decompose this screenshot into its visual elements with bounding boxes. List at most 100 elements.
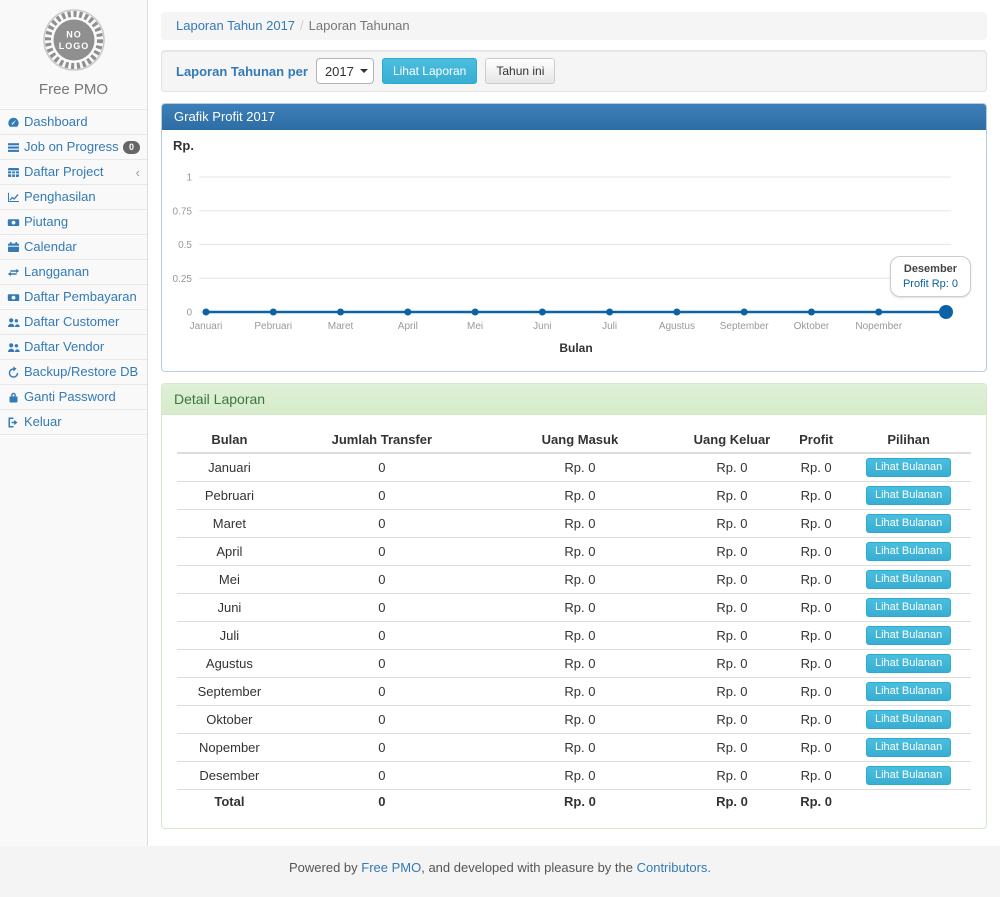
svg-text:April: April [398,321,418,332]
cell-bulan: Maret [177,510,282,538]
sidebar-item-daftar-project[interactable]: Daftar Project‹ [0,160,147,185]
report-toolbar: Laporan Tahunan per 2017 Lihat Laporan T… [161,50,987,92]
cell-bulan: Pebruari [177,482,282,510]
lock-icon [7,391,24,404]
app-window: NO LOGO Free PMO DashboardJob on Progres… [0,0,1000,846]
svg-text:NO: NO [66,30,82,40]
sidebar-item-piutang[interactable]: Piutang [0,210,147,235]
lihat-bulanan-button[interactable]: Lihat Bulanan [866,542,951,561]
cell-pilihan: Lihat Bulanan [846,594,971,622]
page-footer: Powered by Free PMO, and developed with … [0,846,1000,897]
sidebar-item-label: Backup/Restore DB [24,364,138,380]
lihat-bulanan-button[interactable]: Lihat Bulanan [866,682,951,701]
svg-text:Juli: Juli [602,321,617,332]
cell-uang_masuk: Rp. 0 [482,594,678,622]
sidebar-item-label: Dashboard [24,114,88,130]
svg-text:0: 0 [186,308,192,319]
cell-jumlah_transfer: 0 [282,453,482,482]
cell-uang_masuk: Rp. 0 [482,566,678,594]
sidebar-item-label: Keluar [24,414,62,430]
lihat-bulanan-button[interactable]: Lihat Bulanan [866,458,951,477]
svg-text:Juni: Juni [533,321,551,332]
cell-bulan: Nopember [177,734,282,762]
lihat-bulanan-button[interactable]: Lihat Bulanan [866,710,951,729]
lihat-bulanan-button[interactable]: Lihat Bulanan [866,626,951,645]
cell-bulan: April [177,538,282,566]
cell-uang_keluar: Rp. 0 [678,482,786,510]
cell-uang_masuk: Rp. 0 [482,706,678,734]
cell-uang_masuk: Rp. 0 [482,734,678,762]
cell-profit: Rp. 0 [786,510,846,538]
chart-tooltip: Desember Profit Rp: 0 [890,256,971,297]
lihat-bulanan-button[interactable]: Lihat Bulanan [866,486,951,505]
svg-text:September: September [720,321,770,332]
chart-panel-body: Rp. 00.250.50.751JanuariPebruariMaretApr… [162,130,986,371]
table-body: Januari0Rp. 0Rp. 0Rp. 0Lihat BulananPebr… [177,453,971,813]
cell-profit: Rp. 0 [786,678,846,706]
chevron-left-icon: ‹ [136,166,140,179]
svg-text:Bulan: Bulan [559,341,592,355]
report-table: BulanJumlah TransferUang MasukUang Kelua… [177,427,971,813]
cell-uang_keluar: Rp. 0 [678,762,786,790]
svg-text:Januari: Januari [190,321,223,332]
cell-bulan: Oktober [177,706,282,734]
cell-jumlah_transfer: 0 [282,566,482,594]
tooltip-value: Profit Rp: 0 [903,278,958,290]
lihat-bulanan-button[interactable]: Lihat Bulanan [866,738,951,757]
contributors-link[interactable]: Contributors. [637,860,711,875]
sidebar-item-daftar-customer[interactable]: Daftar Customer [0,310,147,335]
sidebar-item-backup-restore-db[interactable]: Backup/Restore DB [0,360,147,385]
cell-uang_masuk: Rp. 0 [482,650,678,678]
svg-text:Maret: Maret [328,321,354,332]
cell-bulan: Total [177,790,282,814]
sidebar-item-keluar[interactable]: Keluar [0,410,147,435]
cell-uang_masuk: Rp. 0 [482,482,678,510]
footer-text-middle: , and developed with pleasure by the [421,860,636,875]
cell-uang_keluar: Rp. 0 [678,594,786,622]
sidebar-item-penghasilan[interactable]: Penghasilan [0,185,147,210]
sidebar-item-dashboard[interactable]: Dashboard [0,110,147,135]
lihat-bulanan-button[interactable]: Lihat Bulanan [866,766,951,785]
lihat-bulanan-button[interactable]: Lihat Bulanan [866,654,951,673]
table-row: Juli0Rp. 0Rp. 0Rp. 0Lihat Bulanan [177,622,971,650]
lihat-bulanan-button[interactable]: Lihat Bulanan [866,570,951,589]
users-icon [7,341,24,354]
table-icon [7,166,24,179]
lihat-bulanan-button[interactable]: Lihat Bulanan [866,598,951,617]
cell-uang_masuk: Rp. 0 [482,538,678,566]
main-content: Laporan Tahun 2017/Laporan Tahunan Lapor… [148,0,1000,846]
sidebar-item-daftar-pembayaran[interactable]: Daftar Pembayaran [0,285,147,310]
table-header-row: BulanJumlah TransferUang MasukUang Kelua… [177,427,971,453]
cell-uang_keluar: Rp. 0 [678,453,786,482]
breadcrumb-link-laporan-tahun[interactable]: Laporan Tahun 2017 [176,18,295,33]
cell-pilihan: Lihat Bulanan [846,566,971,594]
sidebar-item-langganan[interactable]: Langganan [0,260,147,285]
cell-jumlah_transfer: 0 [282,594,482,622]
column-header-jumlah-transfer: Jumlah Transfer [282,427,482,453]
cell-jumlah_transfer: 0 [282,762,482,790]
sidebar-item-ganti-password[interactable]: Ganti Password [0,385,147,410]
no-logo-icon: NO LOGO [42,8,106,72]
cell-bulan: Desember [177,762,282,790]
table-row: Nopember0Rp. 0Rp. 0Rp. 0Lihat Bulanan [177,734,971,762]
tahun-ini-button[interactable]: Tahun ini [485,58,555,84]
year-select[interactable]: 2017 [316,58,374,84]
svg-text:0.25: 0.25 [173,274,193,285]
users-icon [7,316,24,329]
lihat-bulanan-button[interactable]: Lihat Bulanan [866,514,951,533]
detail-laporan-panel: Detail Laporan BulanJumlah TransferUang … [161,383,987,829]
cell-profit: Rp. 0 [786,762,846,790]
cell-jumlah_transfer: 0 [282,734,482,762]
cell-profit: Rp. 0 [786,622,846,650]
cell-profit: Rp. 0 [786,482,846,510]
cell-profit: Rp. 0 [786,790,846,814]
sidebar-item-job-on-progress[interactable]: Job on Progress0 [0,135,147,160]
svg-text:LOGO: LOGO [58,41,89,51]
svg-text:Pebruari: Pebruari [254,321,292,332]
free-pmo-link[interactable]: Free PMO [361,860,421,875]
sidebar-item-calendar[interactable]: Calendar [0,235,147,260]
sidebar-item-label: Calendar [24,239,77,255]
lihat-laporan-button[interactable]: Lihat Laporan [382,58,477,84]
sidebar-item-daftar-vendor[interactable]: Daftar Vendor [0,335,147,360]
cell-uang_masuk: Rp. 0 [482,510,678,538]
